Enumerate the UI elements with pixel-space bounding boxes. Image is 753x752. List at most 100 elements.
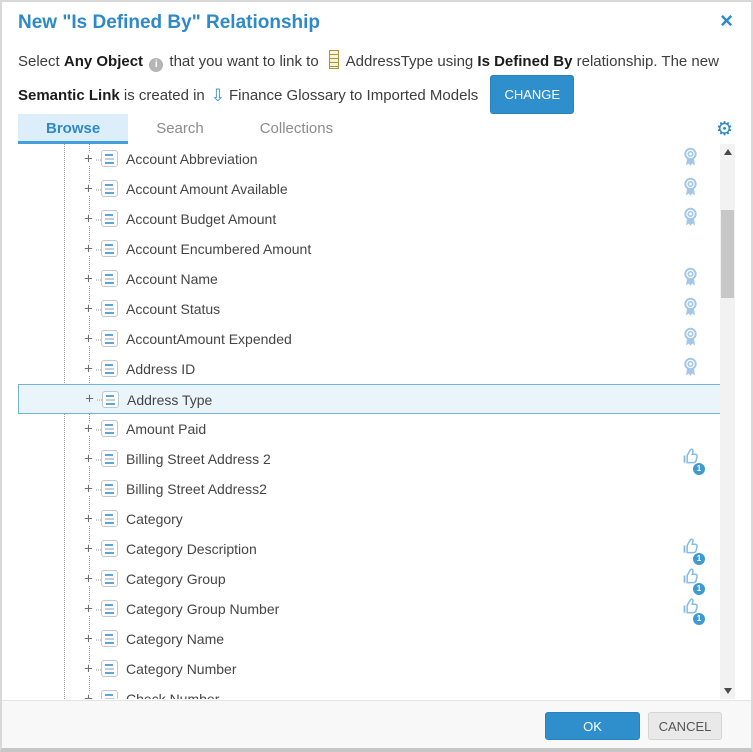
expand-icon[interactable]: + bbox=[81, 573, 96, 586]
tree-item-label[interactable]: Account Abbreviation bbox=[126, 144, 258, 174]
tree-item-label[interactable]: Billing Street Address 2 bbox=[126, 444, 271, 474]
tab-browse[interactable]: Browse bbox=[18, 114, 128, 144]
tree-item-label[interactable]: Billing Street Address2 bbox=[126, 474, 267, 504]
badge-slot bbox=[681, 627, 705, 653]
award-ribbon-icon bbox=[681, 267, 700, 292]
close-icon[interactable]: × bbox=[720, 10, 733, 32]
scrollbar-thumb[interactable] bbox=[721, 210, 734, 298]
intro-rest: relationship. The new bbox=[577, 53, 719, 70]
tree-item[interactable]: + Category Group Number 1 bbox=[18, 594, 729, 624]
cancel-button[interactable]: CANCEL bbox=[648, 712, 722, 740]
scroll-down-icon[interactable] bbox=[720, 683, 735, 699]
tree-item-label[interactable]: AccountAmount Expended bbox=[126, 324, 292, 354]
thumbs-up-icon: 1 bbox=[681, 567, 701, 592]
tree-item[interactable]: + Address ID bbox=[18, 354, 729, 384]
expand-icon[interactable]: + bbox=[81, 693, 96, 700]
expand-icon[interactable]: + bbox=[81, 273, 96, 286]
badge-slot bbox=[680, 388, 704, 414]
change-button[interactable]: CHANGE bbox=[490, 75, 574, 114]
tree-item[interactable]: + Billing Street Address 2 1 bbox=[18, 444, 729, 474]
tree-item-label[interactable]: Account Amount Available bbox=[126, 174, 288, 204]
tree-item[interactable]: + AccountAmount Expended bbox=[18, 324, 729, 354]
tree-item-label[interactable]: Account Status bbox=[126, 294, 220, 324]
expand-icon[interactable]: + bbox=[81, 153, 96, 166]
tree-item-label[interactable]: Category Group bbox=[126, 564, 226, 594]
tree-item[interactable]: + Category Group 1 bbox=[18, 564, 729, 594]
term-icon bbox=[101, 270, 118, 287]
tree-item-label[interactable]: Category Name bbox=[126, 624, 224, 654]
tree-item[interactable]: + Account Name bbox=[18, 264, 729, 294]
expand-icon[interactable]: + bbox=[81, 423, 96, 436]
expand-icon[interactable]: + bbox=[81, 483, 96, 496]
tree-item[interactable]: + Check Number bbox=[18, 684, 729, 699]
tree-item[interactable]: + Category bbox=[18, 504, 729, 534]
tree-item-label[interactable]: Category Description bbox=[126, 534, 257, 564]
term-icon bbox=[101, 360, 118, 377]
tree-item-label[interactable]: Account Encumbered Amount bbox=[126, 234, 311, 264]
info-icon[interactable]: i bbox=[149, 58, 163, 72]
term-icon bbox=[101, 570, 118, 587]
term-icon bbox=[101, 480, 118, 497]
column-icon bbox=[329, 50, 339, 69]
badge-slot bbox=[681, 297, 705, 323]
gear-icon[interactable]: ⚙ bbox=[716, 114, 735, 144]
award-ribbon-icon bbox=[681, 177, 700, 202]
scrollbar[interactable] bbox=[720, 144, 735, 699]
tree-item[interactable]: + Billing Street Address2 bbox=[18, 474, 729, 504]
intro-target-object: AddressType bbox=[346, 53, 434, 70]
expand-icon[interactable]: + bbox=[82, 393, 97, 406]
badge-slot bbox=[681, 267, 705, 293]
ok-button[interactable]: OK bbox=[545, 712, 640, 740]
tree-item[interactable]: + Account Budget Amount bbox=[18, 204, 729, 234]
term-icon bbox=[101, 300, 118, 317]
tree-item-label[interactable]: Category Number bbox=[126, 654, 237, 684]
badge-slot bbox=[681, 357, 705, 383]
expand-icon[interactable]: + bbox=[81, 603, 96, 616]
tree-item[interactable]: + Account Abbreviation bbox=[18, 144, 729, 174]
award-ribbon-icon bbox=[681, 327, 700, 352]
term-icon bbox=[101, 330, 118, 347]
tree-item-label[interactable]: Address Type bbox=[127, 385, 212, 415]
tree-item[interactable]: + Address Type bbox=[18, 384, 729, 414]
tree-item[interactable]: + Account Encumbered Amount bbox=[18, 234, 729, 264]
tab-collections[interactable]: Collections bbox=[232, 114, 361, 144]
tree-item-label[interactable]: Check Number bbox=[126, 684, 219, 699]
expand-icon[interactable]: + bbox=[81, 513, 96, 526]
term-icon bbox=[102, 391, 119, 408]
dialog-footer: OK CANCEL bbox=[2, 700, 751, 748]
intro-any-object: Any Object bbox=[64, 53, 143, 70]
intro-link-text: that you want to link to bbox=[169, 53, 318, 70]
tree-item[interactable]: + Amount Paid bbox=[18, 414, 729, 444]
tree-item-label[interactable]: Amount Paid bbox=[126, 414, 206, 444]
thumbs-up-icon: 1 bbox=[681, 597, 701, 622]
tree-rows: + Account Abbreviation + bbox=[18, 144, 735, 699]
award-ribbon-icon bbox=[681, 357, 700, 382]
intro-relationship-name: Is Defined By bbox=[477, 53, 572, 70]
tree-item-label[interactable]: Category Group Number bbox=[126, 594, 279, 624]
badge-slot bbox=[681, 327, 705, 353]
expand-icon[interactable]: + bbox=[81, 543, 96, 556]
tree-item[interactable]: + Category Name bbox=[18, 624, 729, 654]
tree-item-label[interactable]: Address ID bbox=[126, 354, 195, 384]
expand-icon[interactable]: + bbox=[81, 363, 96, 376]
tree-item[interactable]: + Account Amount Available bbox=[18, 174, 729, 204]
expand-icon[interactable]: + bbox=[81, 453, 96, 466]
dialog-title: New "Is Defined By" Relationship bbox=[18, 12, 320, 34]
expand-icon[interactable]: + bbox=[81, 243, 96, 256]
tree-item[interactable]: + Category Number bbox=[18, 654, 729, 684]
tree-item[interactable]: + Category Description 1 bbox=[18, 534, 729, 564]
tab-search[interactable]: Search bbox=[128, 114, 232, 144]
tree-item[interactable]: + Account Status bbox=[18, 294, 729, 324]
tree-item-label[interactable]: Account Budget Amount bbox=[126, 204, 276, 234]
tree-item-label[interactable]: Category bbox=[126, 504, 183, 534]
expand-icon[interactable]: + bbox=[81, 633, 96, 646]
badge-slot bbox=[681, 687, 705, 699]
expand-icon[interactable]: + bbox=[81, 183, 96, 196]
expand-icon[interactable]: + bbox=[81, 213, 96, 226]
badge-slot bbox=[681, 507, 705, 533]
expand-icon[interactable]: + bbox=[81, 303, 96, 316]
expand-icon[interactable]: + bbox=[81, 663, 96, 676]
expand-icon[interactable]: + bbox=[81, 333, 96, 346]
scroll-up-icon[interactable] bbox=[720, 144, 735, 160]
tree-item-label[interactable]: Account Name bbox=[126, 264, 218, 294]
